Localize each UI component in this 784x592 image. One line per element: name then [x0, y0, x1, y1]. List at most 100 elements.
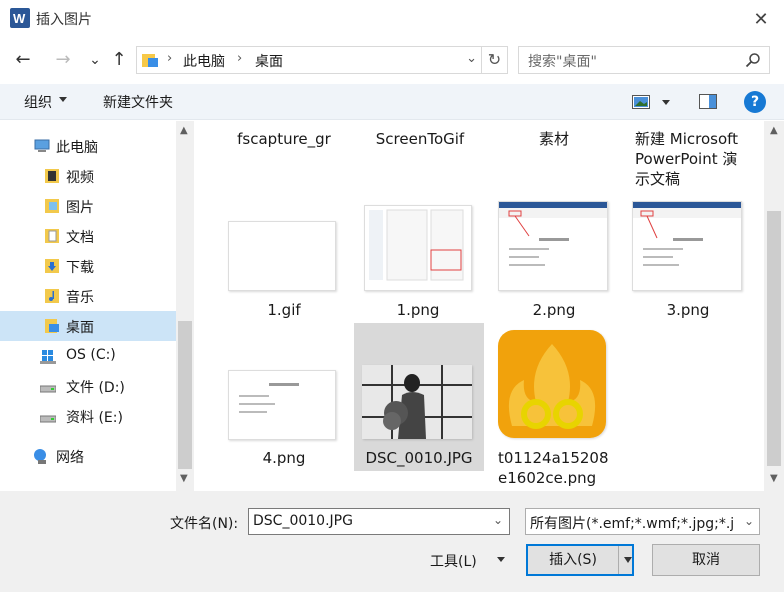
- svg-text:W: W: [13, 11, 26, 26]
- insert-dropdown-icon[interactable]: [624, 557, 632, 563]
- address-bar[interactable]: › 此电脑 › 桌面 ⌄ ↻: [136, 46, 508, 74]
- insert-button[interactable]: 插入(S): [526, 544, 634, 576]
- up-button[interactable]: ↑: [108, 50, 130, 70]
- screenshot-thumbnail-icon: [239, 383, 299, 413]
- documents-folder-icon: [45, 229, 59, 243]
- windows-drive-icon: [40, 350, 56, 364]
- file-name: 素材: [538, 130, 569, 148]
- address-dropdown[interactable]: ⌄: [466, 51, 477, 66]
- file-item-1-png[interactable]: 1.png: [358, 201, 478, 321]
- chevron-down-icon: ⌄: [89, 52, 101, 68]
- screenshot-thumbnail-icon: [499, 202, 607, 266]
- tools-dropdown-icon[interactable]: [497, 557, 505, 562]
- file-item-4-png[interactable]: 4.png: [224, 326, 344, 486]
- refresh-icon: ↻: [487, 50, 502, 69]
- sidebar-item-label: OS (C:): [66, 347, 116, 363]
- file-type-select[interactable]: 所有图片(*.emf;*.wmf;*.jpg;*.j ⌄: [525, 508, 760, 535]
- file-list-scroll-thumb[interactable]: [767, 211, 781, 466]
- file-thumbnail: [228, 370, 336, 440]
- breadcrumb-this-pc[interactable]: 此电脑: [183, 51, 225, 71]
- new-folder-button[interactable]: 新建文件夹: [103, 92, 173, 112]
- sidebar-item-label: 文件 (D:): [66, 380, 125, 396]
- file-list: fscapture_gr ScreenToGif 素材 新建 Microsoft…: [194, 121, 764, 491]
- sidebar-item-label: 桌面: [66, 320, 94, 336]
- sidebar-item-music[interactable]: 音乐: [0, 281, 176, 311]
- window-title: 插入图片: [36, 12, 92, 28]
- filename-field[interactable]: DSC_0010.JPG ⌄: [248, 508, 510, 535]
- filename-label: 文件名(N):: [170, 516, 239, 532]
- sidebar-item-pictures[interactable]: 图片: [0, 191, 176, 221]
- file-item-fscapture[interactable]: fscapture_gr: [224, 121, 344, 161]
- file-item-sucai[interactable]: 素材: [494, 121, 614, 161]
- drive-icon: [40, 385, 56, 393]
- file-item-t01124[interactable]: t01124a15208e1602ce.png: [494, 326, 614, 491]
- view-options-icon[interactable]: [632, 95, 650, 109]
- cancel-button[interactable]: 取消: [652, 544, 760, 576]
- sidebar-item-drive-d[interactable]: 文件 (D:): [0, 371, 176, 401]
- file-thumbnail: [498, 330, 606, 438]
- file-item-screentogif[interactable]: ScreenToGif: [360, 121, 480, 161]
- tools-menu-button[interactable]: 工具(L): [430, 551, 477, 571]
- file-item-3-png[interactable]: 3.png: [628, 201, 748, 321]
- sidebar-item-label: 下载: [66, 260, 94, 276]
- command-bar: 组织 新建文件夹 ?: [0, 84, 784, 120]
- sidebar-item-drive-e[interactable]: 资料 (E:): [0, 401, 176, 431]
- file-type-value: 所有图片(*.emf;*.wmf;*.jpg;*.j: [530, 516, 735, 532]
- breadcrumb-separator[interactable]: ›: [237, 51, 242, 66]
- file-name: 1.gif: [267, 301, 301, 319]
- refresh-button[interactable]: ↻: [481, 47, 507, 73]
- sidebar-item-network[interactable]: 网络: [0, 441, 176, 471]
- sidebar-item-this-pc[interactable]: 此电脑: [0, 131, 176, 161]
- sidebar-item-label: 文档: [66, 230, 94, 246]
- insert-split-divider: [618, 546, 619, 574]
- forward-arrow-icon: →: [55, 49, 71, 70]
- file-list-scrollbar[interactable]: ▲ ▼: [764, 121, 784, 491]
- search-input[interactable]: 搜索"桌面": [528, 51, 597, 71]
- title-bar: W 插入图片 ✕: [0, 0, 784, 38]
- scroll-up-arrow-icon[interactable]: ▲: [770, 125, 778, 136]
- sidebar-item-label: 网络: [56, 450, 84, 466]
- insert-button-label: 插入(S): [549, 552, 597, 568]
- file-item-1-gif[interactable]: 1.gif: [224, 201, 344, 321]
- scroll-up-arrow-icon[interactable]: ▲: [180, 125, 188, 136]
- sidebar-item-os-c[interactable]: OS (C:): [0, 341, 176, 371]
- dialog-footer: 文件名(N): DSC_0010.JPG ⌄ 所有图片(*.emf;*.wmf;…: [0, 491, 784, 592]
- downloads-folder-icon: [45, 259, 59, 273]
- sidebar-item-label: 此电脑: [56, 140, 98, 156]
- recent-locations-button[interactable]: ⌄: [84, 50, 106, 70]
- sidebar-scroll-thumb[interactable]: [178, 321, 192, 469]
- file-thumbnail: [364, 205, 472, 291]
- file-thumbnail: [362, 365, 472, 439]
- file-item-dsc-0010[interactable]: DSC_0010.JPG: [354, 323, 484, 471]
- sidebar-item-documents[interactable]: 文档: [0, 221, 176, 251]
- video-folder-icon: [45, 169, 59, 183]
- chevron-down-icon[interactable]: ⌄: [493, 513, 503, 527]
- close-button[interactable]: ✕: [738, 0, 784, 38]
- search-box[interactable]: 搜索"桌面": [518, 46, 770, 74]
- scroll-down-arrow-icon[interactable]: ▼: [180, 473, 188, 484]
- photo-thumbnail-icon: [362, 365, 472, 439]
- preview-pane-icon[interactable]: [699, 94, 717, 109]
- computer-icon: [34, 139, 50, 152]
- sidebar-item-downloads[interactable]: 下载: [0, 251, 176, 281]
- breadcrumb-desktop[interactable]: 桌面: [255, 51, 283, 71]
- view-dropdown-icon[interactable]: [662, 100, 670, 105]
- file-thumbnail: [632, 201, 742, 291]
- word-icon: W: [10, 8, 30, 28]
- file-name: 3.png: [666, 301, 710, 319]
- filename-value[interactable]: DSC_0010.JPG: [253, 513, 353, 529]
- sidebar-item-videos[interactable]: 视频: [0, 161, 176, 191]
- file-item-new-ppt[interactable]: 新建 Microsoft PowerPoint 演示文稿: [631, 121, 751, 191]
- app-logo-thumbnail-icon: [498, 330, 606, 438]
- scroll-down-arrow-icon[interactable]: ▼: [770, 473, 778, 484]
- sidebar-item-label: 视频: [66, 170, 94, 186]
- sidebar-item-desktop[interactable]: 桌面: [0, 311, 176, 341]
- sidebar-scrollbar[interactable]: ▲ ▼: [176, 121, 194, 491]
- organize-button[interactable]: 组织: [24, 92, 52, 112]
- forward-button[interactable]: →: [52, 50, 74, 70]
- help-button[interactable]: ?: [744, 91, 766, 113]
- network-icon: [34, 449, 46, 464]
- chevron-down-icon[interactable]: ⌄: [739, 509, 759, 534]
- file-item-2-png[interactable]: 2.png: [494, 201, 614, 321]
- back-button[interactable]: ←: [12, 50, 34, 70]
